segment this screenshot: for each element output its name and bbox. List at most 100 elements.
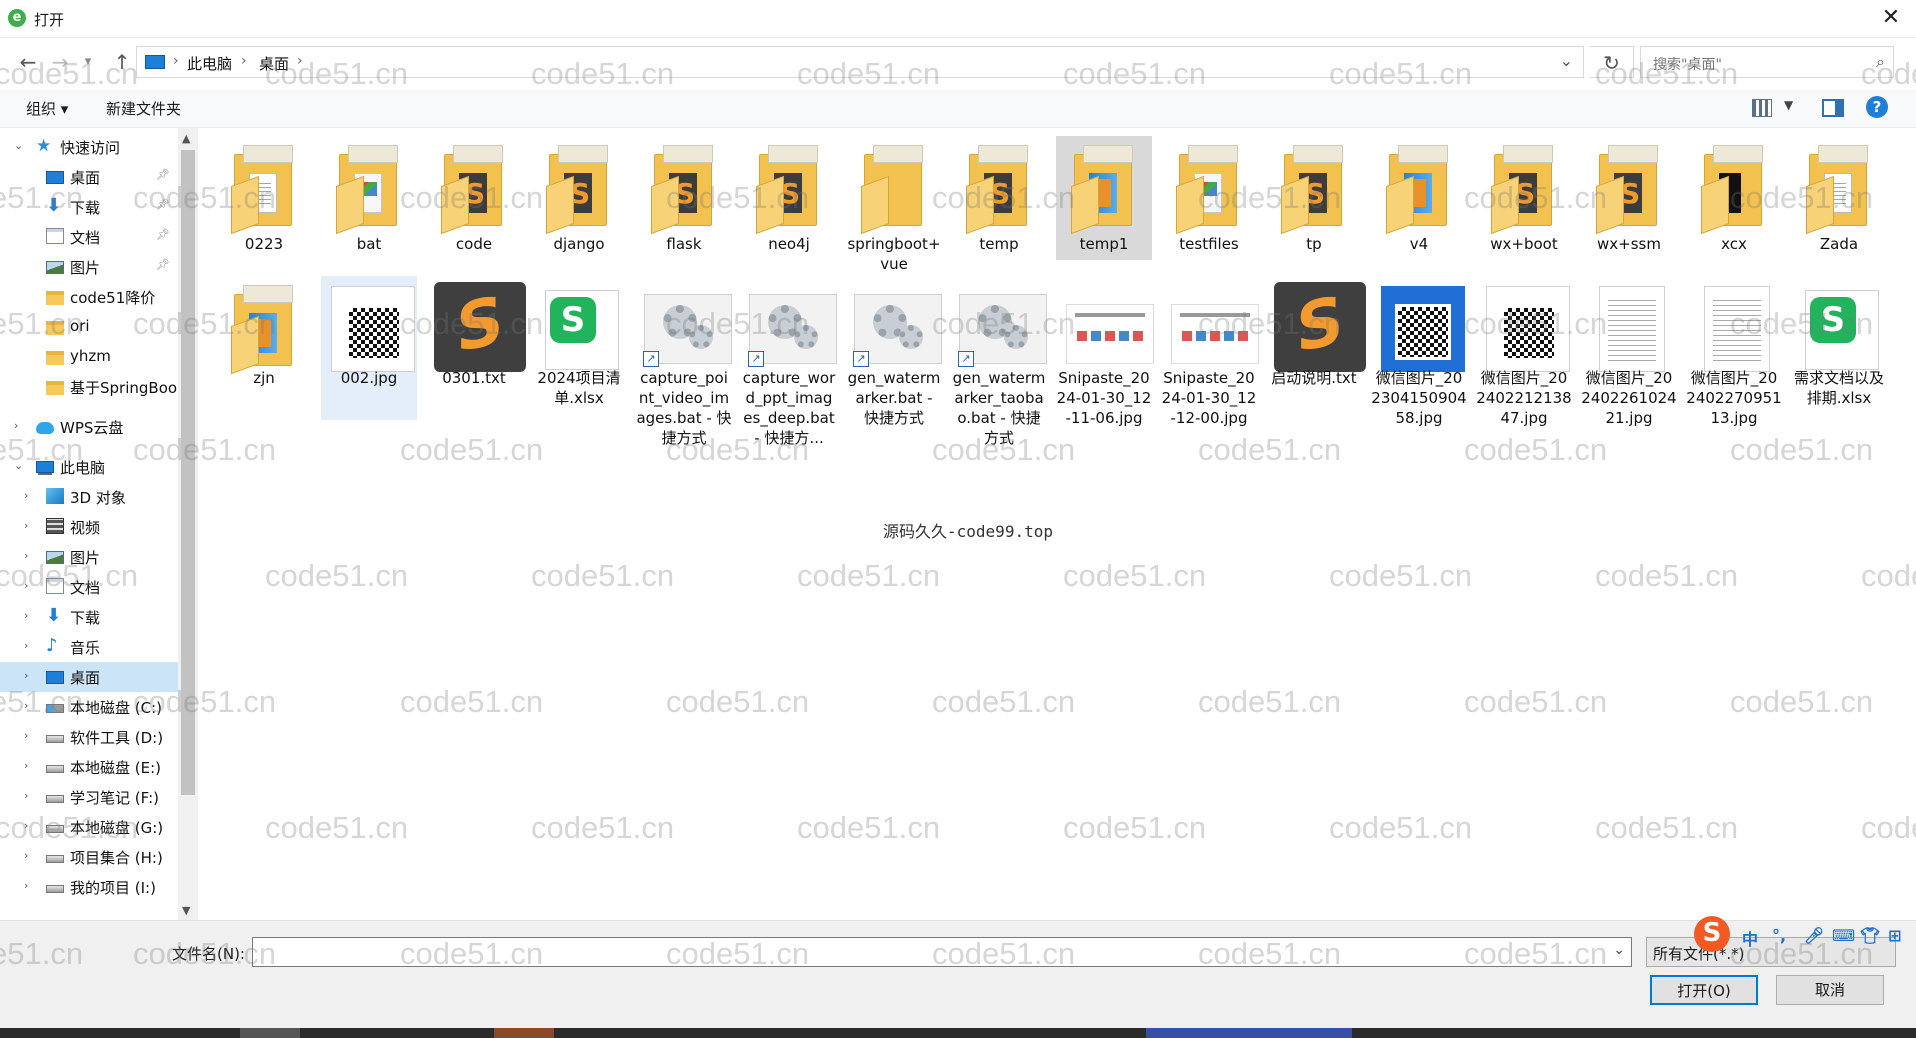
sidebar-item[interactable]: › 文档 <box>0 572 178 602</box>
chevron-down-icon[interactable]: ⌄ <box>14 139 23 152</box>
chevron-right-icon[interactable]: › <box>24 489 28 502</box>
folder-item[interactable]: tp <box>1266 136 1362 260</box>
chevron-right-icon[interactable]: › <box>24 519 28 532</box>
skin-icon[interactable]: 👕︎ <box>1860 926 1880 945</box>
sidebar-item[interactable]: yhzm <box>0 342 178 372</box>
sidebar-item[interactable]: ⌄ 此电脑 <box>0 452 178 482</box>
folder-item[interactable]: neo4j <box>741 136 837 260</box>
taskbar-item[interactable] <box>494 1028 554 1038</box>
folder-item[interactable]: wx+ssm <box>1581 136 1677 260</box>
chevron-right-icon[interactable]: › <box>24 699 28 712</box>
view-dropdown-icon[interactable]: ▼ <box>1784 98 1793 112</box>
scrollbar-thumb[interactable] <box>181 150 195 795</box>
toolbox-icon[interactable]: ⊞ <box>1888 926 1901 945</box>
file-item[interactable]: 微信图片_20240221213847.jpg <box>1476 276 1572 427</box>
address-bar[interactable]: › 此电脑 › 桌面 › ⌄ <box>136 46 1584 78</box>
preview-pane-icon[interactable] <box>1822 99 1844 117</box>
sidebar-item[interactable]: › ⬇ 下载 <box>0 602 178 632</box>
sidebar-item[interactable]: › ♪ 音乐 <box>0 632 178 662</box>
sidebar-scrollbar[interactable]: ▲ ▼ <box>178 128 198 920</box>
sidebar-item[interactable]: › 学习笔记 (F:) <box>0 782 178 812</box>
file-item[interactable]: ↗ gen_watermarker.bat - 快捷方式 <box>846 276 942 427</box>
file-item[interactable]: 启动说明.txt <box>1266 276 1366 420</box>
sidebar-item[interactable]: › 本地磁盘 (E:) <box>0 752 178 782</box>
refresh-icon[interactable]: ↻ <box>1590 46 1634 78</box>
file-item[interactable]: ↗ gen_watermarker_taobao.bat - 快捷方式 <box>951 276 1047 447</box>
close-icon[interactable]: ✕ <box>1876 3 1906 33</box>
file-item[interactable]: 0301.txt <box>426 276 526 420</box>
chevron-right-icon[interactable]: › <box>241 53 247 69</box>
view-options-icon[interactable] <box>1752 99 1772 117</box>
sidebar-item[interactable]: › 桌面 <box>0 662 178 692</box>
folder-item[interactable]: flask <box>636 136 732 260</box>
taskbar-item[interactable] <box>1146 1028 1352 1038</box>
chevron-down-icon[interactable]: ⌄ <box>1613 942 1625 958</box>
folder-item[interactable]: testfiles <box>1161 136 1257 260</box>
folder-item[interactable]: v4 <box>1371 136 1467 260</box>
chevron-right-icon[interactable]: › <box>173 53 179 69</box>
sidebar-item[interactable]: › 项目集合 (H:) <box>0 842 178 872</box>
sidebar-item[interactable]: ori <box>0 312 178 342</box>
folder-item[interactable]: xcx <box>1686 136 1782 260</box>
recent-dropdown-icon[interactable]: ▾ <box>74 48 102 76</box>
chevron-right-icon[interactable]: › <box>24 669 28 682</box>
chevron-right-icon[interactable]: › <box>24 579 28 592</box>
taskbar-item[interactable] <box>240 1028 300 1038</box>
cancel-button[interactable]: 取消 <box>1776 975 1884 1005</box>
scroll-up-icon[interactable]: ▲ <box>182 132 190 145</box>
file-item[interactable]: 微信图片_20230415090458.jpg <box>1371 276 1467 427</box>
file-item[interactable]: ↗ capture_word_ppt_images_deep.bat - 快捷方.… <box>741 276 837 447</box>
sidebar-item[interactable]: › 我的项目 (I:) <box>0 872 178 902</box>
chevron-right-icon[interactable]: › <box>24 609 28 622</box>
open-button[interactable]: 打开(O) <box>1650 975 1758 1005</box>
sidebar-item[interactable]: ⌄ ★ 快速访问 <box>0 132 178 162</box>
file-item[interactable]: 微信图片_20240227095113.jpg <box>1686 276 1782 427</box>
sidebar-item[interactable]: › 3D 对象 <box>0 482 178 512</box>
forward-arrow-icon[interactable]: → <box>46 48 74 76</box>
organize-button[interactable]: 组织 ▾ <box>26 98 68 119</box>
file-item[interactable]: 微信图片_20240226102421.jpg <box>1581 276 1677 427</box>
sidebar-item[interactable]: 桌面 📌︎ <box>0 162 178 192</box>
folder-item[interactable]: bat <box>321 136 417 260</box>
breadcrumb-this-pc[interactable]: 此电脑 <box>187 53 232 74</box>
file-item[interactable]: S 需求文档以及排期.xlsx <box>1791 276 1887 420</box>
scroll-down-icon[interactable]: ▼ <box>182 904 190 917</box>
sidebar-item[interactable]: › 软件工具 (D:) <box>0 722 178 752</box>
search-input[interactable]: 搜索"桌面" ⌕ <box>1640 46 1894 78</box>
pin-icon[interactable]: 📌︎ <box>156 258 170 271</box>
chevron-right-icon[interactable]: › <box>24 549 28 562</box>
folder-item[interactable]: Zada <box>1791 136 1887 260</box>
sidebar-item[interactable]: › WPS云盘 <box>0 412 178 442</box>
back-arrow-icon[interactable]: ← <box>14 48 42 76</box>
search-icon[interactable]: ⌕ <box>1876 52 1885 72</box>
pin-icon[interactable]: 📌︎ <box>156 228 170 241</box>
folder-item[interactable]: django <box>531 136 627 260</box>
sogou-logo-icon[interactable]: S <box>1694 916 1730 952</box>
microphone-icon[interactable]: 🎤︎ <box>1804 926 1824 945</box>
sidebar-item[interactable]: › 视频 <box>0 512 178 542</box>
chevron-right-icon[interactable]: › <box>24 759 28 772</box>
file-item[interactable]: S 2024项目清单.xlsx <box>531 276 627 420</box>
pin-icon[interactable]: 📌︎ <box>156 198 170 211</box>
sidebar-item[interactable]: › 图片 <box>0 542 178 572</box>
folder-item[interactable]: temp <box>951 136 1047 260</box>
folder-item[interactable]: springboot+vue <box>846 136 942 273</box>
chevron-right-icon[interactable]: › <box>24 819 28 832</box>
keyboard-icon[interactable]: ⌨ <box>1832 926 1855 945</box>
help-icon[interactable]: ? <box>1866 96 1888 118</box>
folder-item[interactable]: temp1 <box>1056 136 1152 260</box>
ime-toolbar[interactable]: S 中 °, 🎤︎ ⌨ 👕︎ ⊞ <box>1694 916 1916 956</box>
chevron-right-icon[interactable]: › <box>24 789 28 802</box>
ime-punctuation[interactable]: °, <box>1772 926 1786 945</box>
chevron-right-icon[interactable]: › <box>24 729 28 742</box>
sidebar-item[interactable]: code51降价 <box>0 282 178 312</box>
pin-icon[interactable]: 📌︎ <box>156 168 170 181</box>
ime-mode[interactable]: 中 <box>1742 926 1758 950</box>
filename-input[interactable]: ⌄ <box>252 937 1632 967</box>
address-dropdown-icon[interactable]: ⌄ <box>1560 51 1573 70</box>
folder-item[interactable]: zjn <box>216 276 312 420</box>
chevron-right-icon[interactable]: › <box>14 419 18 432</box>
folder-item[interactable]: wx+boot <box>1476 136 1572 260</box>
chevron-right-icon[interactable]: › <box>24 639 28 652</box>
sidebar-item[interactable]: ⬇ 下载 📌︎ <box>0 192 178 222</box>
